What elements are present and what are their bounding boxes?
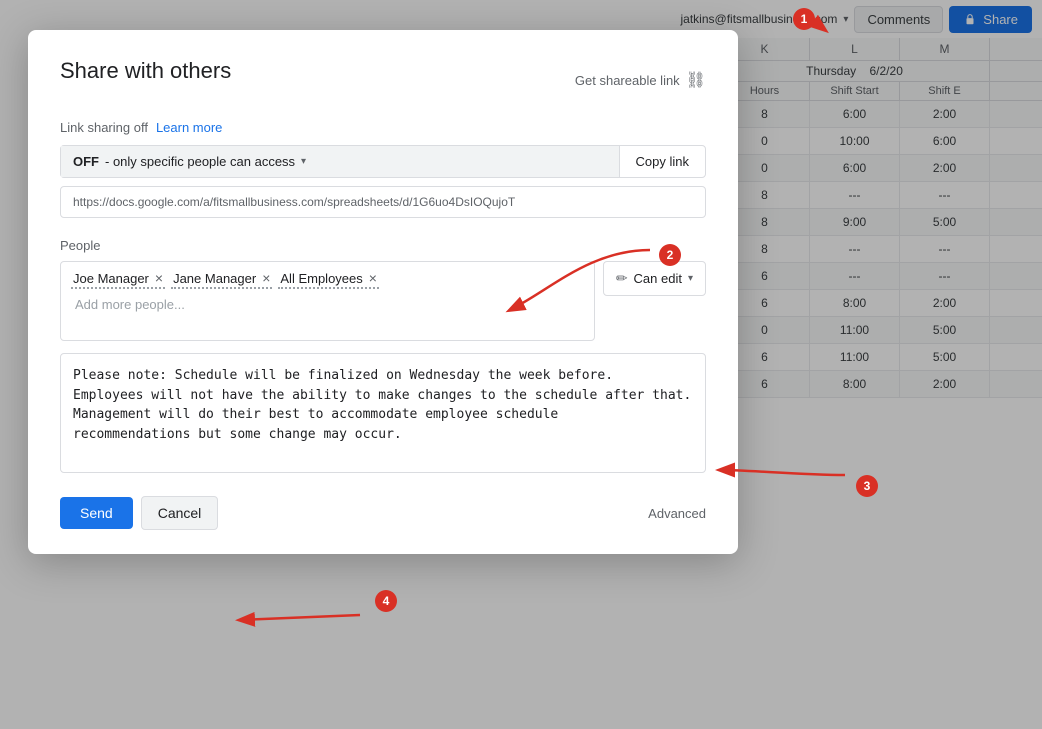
chip-all-employees: All Employees × [278,270,379,289]
chip-all-remove[interactable]: × [369,270,377,286]
chip-joe-label: Joe Manager [73,271,149,286]
chip-jane-manager: Jane Manager × [171,270,272,289]
advanced-button[interactable]: Advanced [648,506,706,521]
add-more-placeholder[interactable]: Add more people... [71,295,584,314]
chips-row: Joe Manager × Jane Manager × All Employe… [71,270,584,289]
edit-icon: ✏ [616,270,628,287]
annotation-1: 1 [793,8,815,30]
people-input-row: Joe Manager × Jane Manager × All Employe… [60,261,706,341]
modal-footer: Send Cancel Advanced [60,496,706,530]
annotation-4: 4 [375,590,397,612]
link-url-input[interactable] [60,186,706,218]
people-chips-area[interactable]: Joe Manager × Jane Manager × All Employe… [60,261,595,341]
off-label: OFF [73,154,99,169]
get-shareable-link-button[interactable]: Get shareable link ⛓ [575,70,706,90]
chip-jane-label: Jane Manager [173,271,256,286]
can-edit-dropdown-arrow: ▾ [688,273,693,284]
link-sharing-row: Link sharing off Learn more [60,120,706,135]
message-textarea[interactable]: Please note: Schedule will be finalized … [60,353,706,473]
share-dialog: Share with others Get shareable link ⛓ L… [28,30,738,554]
annotation-3: 3 [856,475,878,497]
chip-joe-remove[interactable]: × [155,270,163,286]
modal-header: Share with others Get shareable link ⛓ [60,58,706,102]
cancel-button[interactable]: Cancel [141,496,219,530]
link-icon: ⛓ [686,70,706,90]
send-button[interactable]: Send [60,497,133,529]
people-label: People [60,238,706,253]
chip-all-label: All Employees [280,271,362,286]
link-access-description: - only specific people can access [105,154,295,169]
annotation-2: 2 [659,244,681,266]
link-sharing-label: Link sharing off [60,120,148,135]
link-access-dropdown[interactable]: OFF - only specific people can access ▾ [61,146,620,177]
can-edit-button[interactable]: ✏ Can edit ▾ [603,261,706,296]
learn-more-link[interactable]: Learn more [156,120,222,135]
copy-link-button[interactable]: Copy link [620,146,705,177]
modal-title: Share with others [60,58,231,84]
can-edit-label: Can edit [634,271,682,286]
get-link-label: Get shareable link [575,73,680,88]
link-access-row: OFF - only specific people can access ▾ … [60,145,706,178]
chip-jane-remove[interactable]: × [262,270,270,286]
chip-joe-manager: Joe Manager × [71,270,165,289]
link-access-dropdown-arrow: ▾ [301,156,306,167]
